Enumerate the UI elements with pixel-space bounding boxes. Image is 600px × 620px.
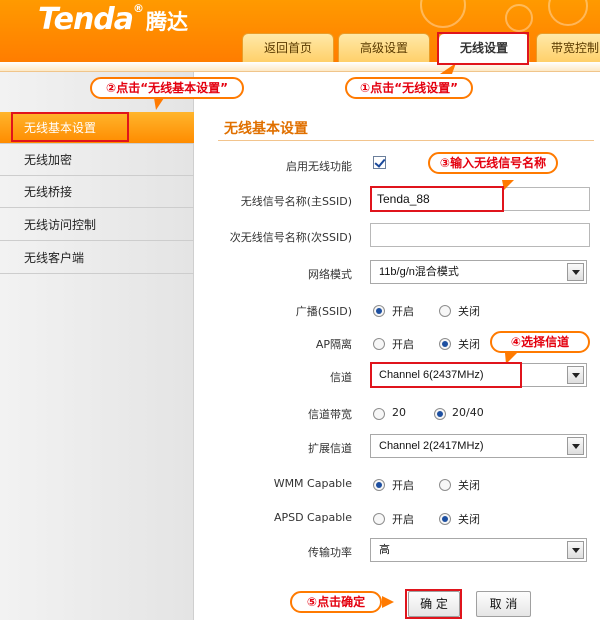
- channel-label: 信道: [330, 371, 352, 384]
- apsd-on-radio[interactable]: [373, 513, 385, 525]
- apsd-on-label: 开启: [392, 513, 414, 526]
- sidebar: 无线基本设置 无线加密 无线桥接 无线访问控制 无线客户端: [0, 72, 194, 620]
- bandwidth-40-label: 20/40: [452, 406, 484, 419]
- tx-power-select[interactable]: 高: [370, 538, 587, 562]
- wmm-off-label: 关闭: [458, 479, 480, 492]
- logo-reg-mark: ®: [133, 2, 145, 15]
- cancel-button[interactable]: 取 消: [476, 591, 531, 617]
- annotation-step4: ④选择信道: [490, 331, 590, 353]
- broadcast-label: 广播(SSID): [295, 305, 352, 318]
- page-title: 无线基本设置: [224, 121, 308, 137]
- wmm-on-radio[interactable]: [373, 479, 385, 491]
- network-mode-select[interactable]: 11b/g/n混合模式: [370, 260, 587, 284]
- bandwidth-40-radio[interactable]: [434, 408, 446, 420]
- broadcast-off-radio[interactable]: [439, 305, 451, 317]
- logo-text-en: Tenda: [38, 2, 134, 37]
- broadcast-on-radio[interactable]: [373, 305, 385, 317]
- title-divider: [218, 140, 594, 141]
- tx-power-label: 传输功率: [308, 546, 352, 559]
- router-admin-page: Tenda®腾达 返回首页 高级设置 无线设置 带宽控制 无线基本设置 无线加密…: [0, 0, 600, 620]
- sidebar-item-wireless-bridge[interactable]: 无线桥接: [0, 176, 194, 208]
- sidebar-item-wireless-security[interactable]: 无线加密: [0, 144, 194, 176]
- decor-circle: [505, 4, 533, 32]
- annotation-step3: ③输入无线信号名称: [428, 152, 558, 174]
- extension-channel-select[interactable]: Channel 2(2417MHz): [370, 434, 587, 458]
- extension-channel-value: Channel 2(2417MHz): [379, 440, 484, 452]
- tab-advanced[interactable]: 高级设置: [338, 33, 430, 62]
- highlight-box-sidebar-item: [11, 112, 129, 142]
- wmm-off-radio[interactable]: [439, 479, 451, 491]
- broadcast-on-label: 开启: [392, 305, 414, 318]
- annotation-step5: ⑤点击确定: [290, 591, 382, 613]
- apsd-off-radio[interactable]: [439, 513, 451, 525]
- sidebar-item-access-control[interactable]: 无线访问控制: [0, 209, 194, 241]
- decor-circle: [548, 0, 588, 26]
- annotation-step2: ②点击“无线基本设置”: [90, 77, 244, 99]
- extension-channel-label: 扩展信道: [308, 442, 352, 455]
- highlight-box-ssid: [370, 186, 504, 212]
- ap-isolation-label: AP隔离: [315, 338, 352, 351]
- highlight-box-tab-wireless: [437, 32, 529, 65]
- chevron-down-icon[interactable]: [567, 263, 584, 281]
- tab-bandwidth[interactable]: 带宽控制: [536, 33, 600, 62]
- chevron-down-icon[interactable]: [567, 541, 584, 559]
- annotation-step1: ①点击“无线设置”: [345, 77, 473, 99]
- network-mode-value: 11b/g/n混合模式: [379, 266, 459, 278]
- ssid2-input[interactable]: [370, 223, 590, 247]
- tenda-logo: Tenda®腾达: [38, 2, 188, 37]
- ap-isolation-off-radio[interactable]: [439, 338, 451, 350]
- ssid-label: 无线信号名称(主SSID): [240, 195, 352, 208]
- sidebar-item-wireless-clients[interactable]: 无线客户端: [0, 242, 194, 274]
- logo-text-cn: 腾达: [146, 10, 189, 34]
- channel-bandwidth-label: 信道带宽: [308, 408, 352, 421]
- broadcast-off-label: 关闭: [458, 305, 480, 318]
- enable-wireless-checkbox[interactable]: [373, 156, 386, 169]
- highlight-box-confirm: [405, 589, 462, 619]
- enable-wireless-label: 启用无线功能: [286, 160, 352, 173]
- wmm-label: WMM Capable: [273, 477, 352, 490]
- ssid2-label: 次无线信号名称(次SSID): [229, 231, 352, 244]
- network-mode-label: 网络模式: [308, 268, 352, 281]
- tx-power-value: 高: [379, 544, 390, 556]
- wmm-on-label: 开启: [392, 479, 414, 492]
- ap-isolation-on-label: 开启: [392, 338, 414, 351]
- apsd-label: APSD Capable: [273, 511, 352, 524]
- ap-isolation-off-label: 关闭: [458, 338, 480, 351]
- chevron-down-icon[interactable]: [567, 437, 584, 455]
- ap-isolation-on-radio[interactable]: [373, 338, 385, 350]
- apsd-off-label: 关闭: [458, 513, 480, 526]
- decor-circle: [420, 0, 466, 28]
- highlight-box-channel: [370, 362, 522, 388]
- bandwidth-20-label: 20: [392, 406, 406, 419]
- tab-home[interactable]: 返回首页: [242, 33, 334, 62]
- chevron-down-icon[interactable]: [567, 366, 584, 384]
- bandwidth-20-radio[interactable]: [373, 408, 385, 420]
- callout-pointer-step5: [382, 596, 394, 608]
